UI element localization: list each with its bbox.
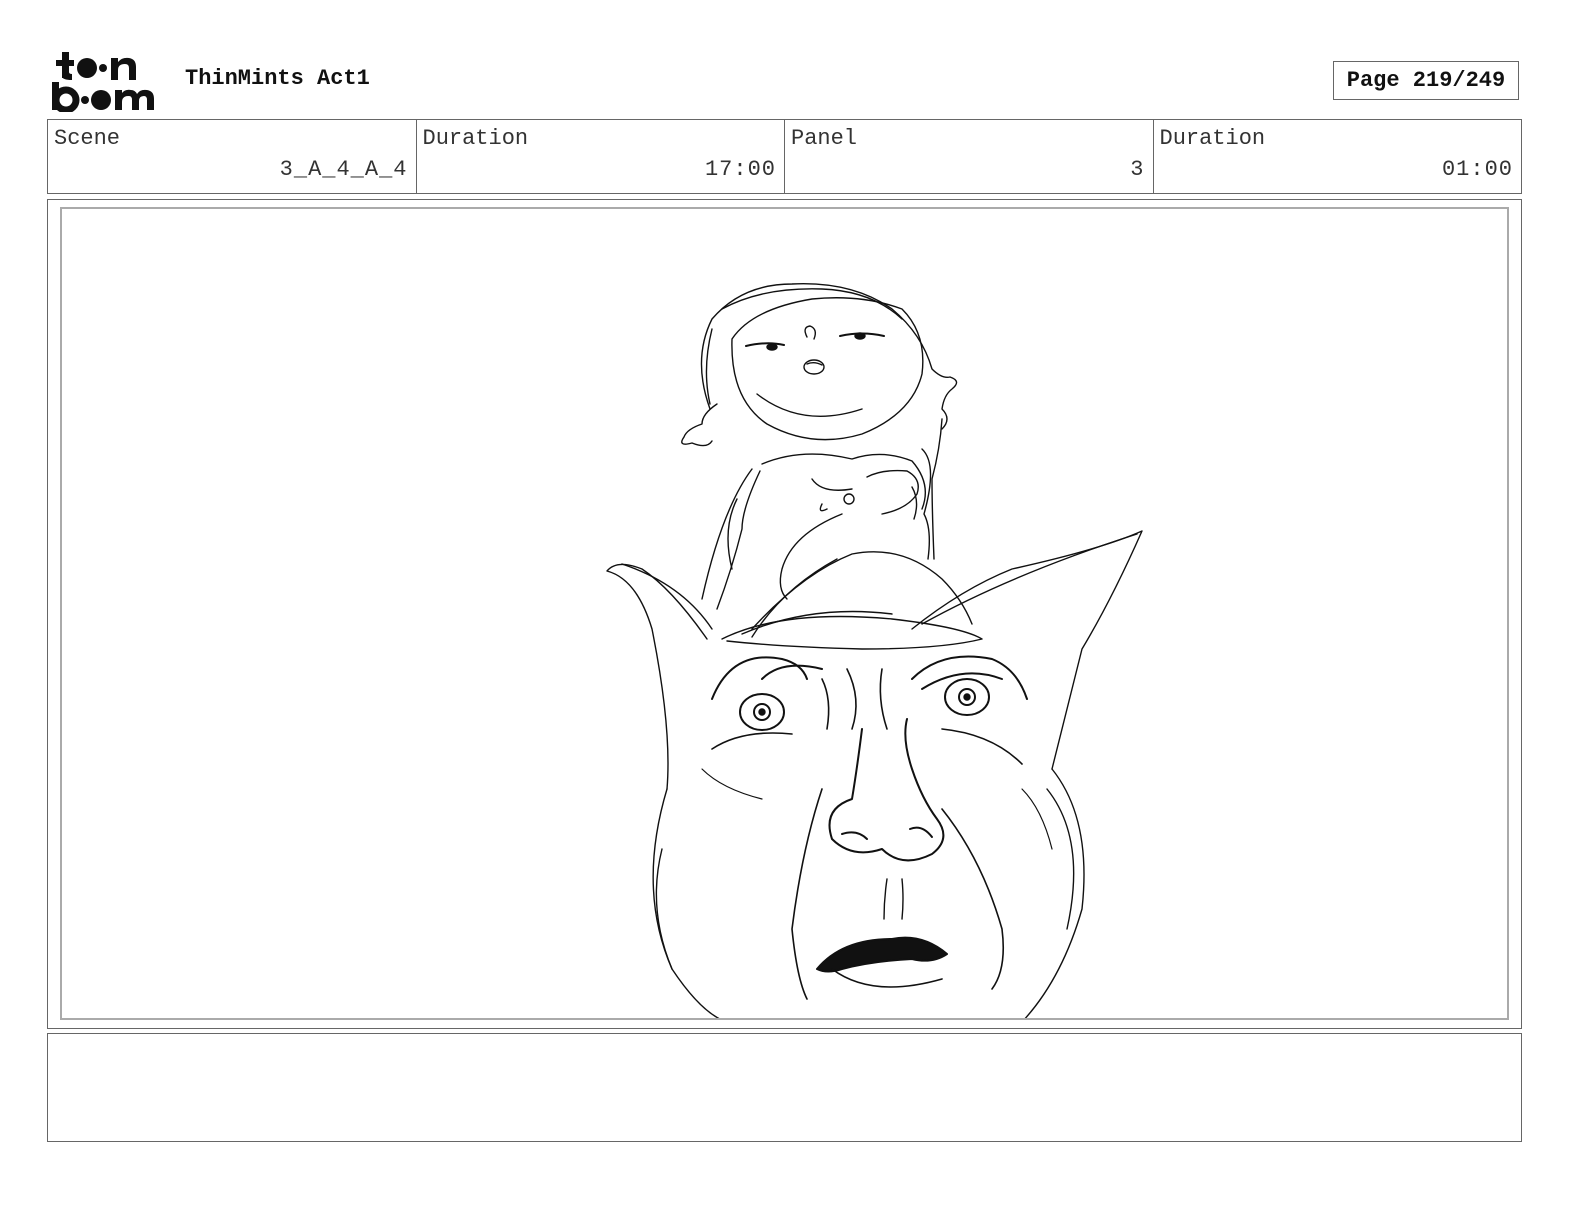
toonboom-logo — [50, 50, 162, 114]
scene-cell: Scene 3_A_4_A_4 — [48, 120, 417, 193]
scene-info-table: Scene 3_A_4_A_4 Duration 17:00 Panel 3 D… — [47, 119, 1522, 194]
storyboard-panel — [47, 199, 1522, 1029]
panel-label: Panel — [791, 126, 858, 151]
scene-duration-cell: Duration 17:00 — [417, 120, 785, 193]
scene-duration-value: 17:00 — [704, 157, 776, 182]
panel-sketch — [606, 283, 1143, 1018]
panel-frame — [60, 207, 1509, 1020]
scene-duration-label: Duration — [422, 126, 529, 151]
panel-notes — [47, 1033, 1522, 1142]
scene-label: Scene — [54, 126, 121, 151]
man-figure — [606, 530, 1143, 1018]
panel-duration-cell: Duration 01:00 — [1154, 120, 1522, 193]
panel-duration-value: 01:00 — [1441, 157, 1513, 182]
child-figure — [681, 283, 958, 610]
page-number-label: Page 219/249 — [1346, 68, 1506, 93]
scene-value: 3_A_4_A_4 — [279, 157, 408, 182]
panel-duration-label: Duration — [1159, 126, 1266, 151]
panel-value: 3 — [1130, 157, 1145, 182]
page-number: Page 219/249 — [1333, 61, 1519, 100]
project-title: ThinMints Act1 — [185, 66, 370, 91]
panel-cell: Panel 3 — [785, 120, 1154, 193]
